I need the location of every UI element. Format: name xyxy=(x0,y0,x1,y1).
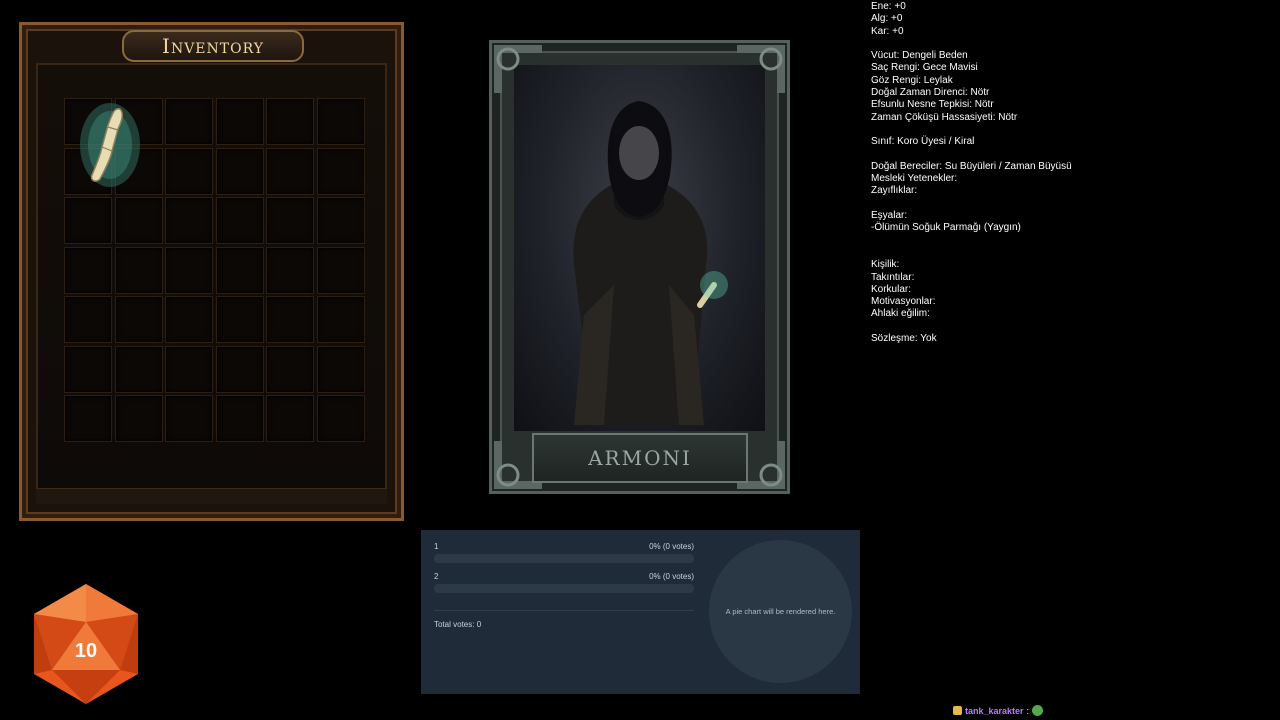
inventory-slot[interactable] xyxy=(215,296,264,343)
stat-line: -Ölümün Soğuk Parmağı (Yaygın) xyxy=(871,222,1021,234)
poll-pie-chart-placeholder: A pie chart will be rendered here. xyxy=(709,540,852,683)
stat-line: Sınıf: Koro Üyesi / Kiral xyxy=(871,136,975,148)
inventory-slot[interactable] xyxy=(215,395,264,442)
inventory-slot[interactable] xyxy=(64,395,112,442)
inventory-slot[interactable] xyxy=(316,395,365,442)
poll-total-votes: Total votes: 0 xyxy=(434,620,482,629)
inventory-slot[interactable] xyxy=(215,345,264,393)
pie-placeholder-text: A pie chart will be rendered here. xyxy=(725,607,836,616)
inventory-slot[interactable] xyxy=(114,296,163,343)
inventory-slot[interactable] xyxy=(266,296,314,343)
character-name: ARMONI xyxy=(588,446,692,470)
inventory-slot[interactable] xyxy=(215,98,264,145)
inventory-title: Inventory xyxy=(162,34,264,58)
inventory-slot[interactable] xyxy=(266,345,314,393)
inventory-slot[interactable] xyxy=(165,98,213,145)
stat-spacer xyxy=(871,124,1072,136)
stat-line: Korkular: xyxy=(871,283,912,295)
stat-spacer xyxy=(871,321,1072,333)
inventory-slot[interactable] xyxy=(114,345,163,393)
inventory-slot[interactable] xyxy=(165,345,213,393)
inventory-panel: Inventory xyxy=(19,22,404,521)
inventory-slot[interactable] xyxy=(64,197,112,244)
inventory-slot[interactable] xyxy=(266,395,314,442)
bone-finger-icon[interactable] xyxy=(74,99,146,191)
poll-option-bar xyxy=(434,584,694,593)
stat-spacer xyxy=(871,38,1072,50)
inventory-slot[interactable] xyxy=(64,345,112,393)
inventory-slot[interactable] xyxy=(316,246,365,294)
inventory-slot[interactable] xyxy=(266,147,314,195)
inventory-slot[interactable] xyxy=(215,147,264,195)
inventory-slot[interactable] xyxy=(266,197,314,244)
inventory-slot[interactable] xyxy=(165,395,213,442)
character-stats: Ene: +0 Alg: +0 Kar: +0 Vücut: Dengeli Bede… xyxy=(871,1,1072,345)
stat-line: Mesleki Yetenekler: xyxy=(871,173,958,185)
inventory-slot[interactable] xyxy=(215,246,264,294)
character-card: ARMONI xyxy=(489,40,790,494)
stat-line: Motivasyonlar: xyxy=(871,296,936,308)
dice-result: 10 xyxy=(74,640,98,662)
character-portrait xyxy=(514,65,765,431)
stat-line: Takıntılar: xyxy=(871,271,915,283)
poll-option-label: 2 xyxy=(434,572,439,581)
inventory-footer xyxy=(36,488,387,504)
inventory-slot[interactable] xyxy=(316,345,365,393)
badge-icon xyxy=(953,706,962,715)
stat-line: Alg: +0 xyxy=(871,13,903,25)
inventory-slot[interactable] xyxy=(316,296,365,343)
stat-line: Zaman Çöküşü Hassasiyeti: Nötr xyxy=(871,111,1018,123)
inventory-slot[interactable] xyxy=(266,98,314,145)
stat-line: Doğal Bereciler: Su Büyüleri / Zaman Büy… xyxy=(871,160,1072,172)
character-name-plate: ARMONI xyxy=(532,433,748,483)
poll-option-result: 0% (0 votes) xyxy=(649,542,694,551)
elf-character-illustration xyxy=(573,101,728,425)
inventory-slot[interactable] xyxy=(165,147,213,195)
stat-line: Göz Rengi: Leylak xyxy=(871,74,953,86)
inventory-slot[interactable] xyxy=(316,98,365,145)
poll-widget: 1 0% (0 votes) 2 0% (0 votes) Total vote… xyxy=(421,530,860,694)
stat-line: Doğal Zaman Direnci: Nötr xyxy=(871,87,990,99)
inventory-slot[interactable] xyxy=(114,197,163,244)
poll-divider xyxy=(434,610,694,611)
inventory-slot[interactable] xyxy=(165,296,213,343)
stat-line: Eşyalar: xyxy=(871,210,908,222)
chat-separator: : xyxy=(1026,705,1030,716)
stat-spacer xyxy=(871,149,1072,161)
stat-line: Ene: +0 xyxy=(871,1,906,12)
stat-line: Kişilik: xyxy=(871,259,900,271)
chat-username[interactable]: tank_karakter xyxy=(965,706,1024,716)
inventory-title-banner: Inventory xyxy=(122,30,304,62)
celtic-knot-corner-icon xyxy=(494,45,542,93)
inventory-slot[interactable] xyxy=(266,246,314,294)
inventory-slot[interactable] xyxy=(165,246,213,294)
inventory-slot[interactable] xyxy=(114,395,163,442)
poll-option-label: 1 xyxy=(434,542,439,551)
inventory-slot[interactable] xyxy=(316,197,365,244)
poll-option-result: 0% (0 votes) xyxy=(649,572,694,581)
inventory-slot[interactable] xyxy=(316,147,365,195)
stat-spacer xyxy=(871,198,1072,210)
inventory-slot[interactable] xyxy=(114,246,163,294)
inventory-slot[interactable] xyxy=(64,246,112,294)
stat-line: Zayıflıklar: xyxy=(871,185,918,197)
chat-message: tank_karakter : xyxy=(953,705,1044,716)
stat-line: Kar: +0 xyxy=(871,25,904,37)
stat-line: Sözleşme: Yok xyxy=(871,333,937,345)
stat-spacer xyxy=(871,247,1072,259)
celtic-knot-corner-icon xyxy=(737,45,785,93)
inventory-slot[interactable] xyxy=(165,197,213,244)
inventory-slot[interactable] xyxy=(64,296,112,343)
stat-line: Efsunlu Nesne Tepkisi: Nötr xyxy=(871,99,994,111)
stat-line: Ahlaki eğilim: xyxy=(871,308,930,320)
poll-option-bar xyxy=(434,554,694,563)
stat-line: Vücut: Dengeli Beden xyxy=(871,50,968,62)
stat-line: Saç Rengi: Gece Mavisi xyxy=(871,62,978,74)
stat-spacer xyxy=(871,235,1072,247)
inventory-slot[interactable] xyxy=(215,197,264,244)
frog-emote-icon xyxy=(1032,705,1044,716)
